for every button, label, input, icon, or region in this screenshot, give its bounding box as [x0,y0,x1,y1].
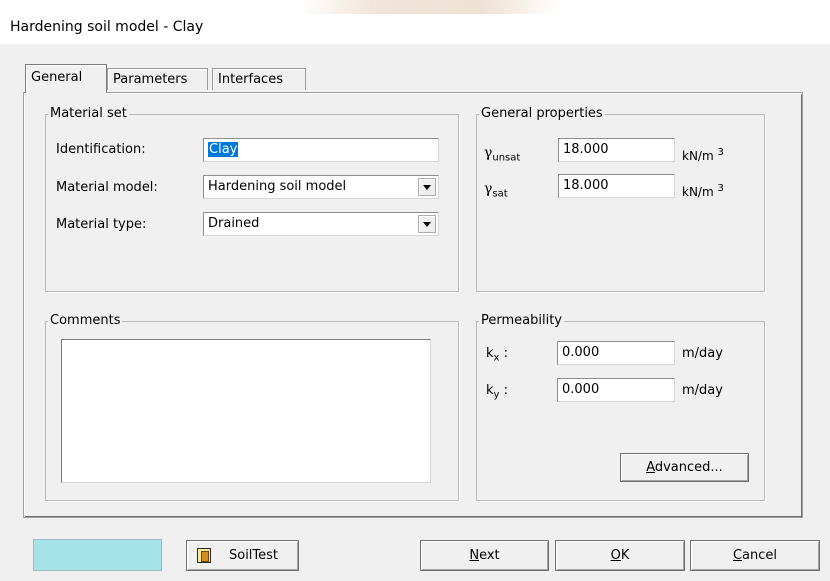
chevron-down-icon[interactable] [418,178,436,196]
tab-parameters[interactable]: Parameters [107,68,208,90]
cancel-label: ancel [742,548,778,563]
comments-legend: Comments [50,313,121,328]
ky-input[interactable]: 0.000 [557,378,675,402]
kx-unit: m/day [682,346,723,361]
kx-label: kx : [486,346,508,364]
gamma-sat-input[interactable]: 18.000 [558,174,675,198]
identification-label: Identification: [56,142,146,157]
tab-general[interactable]: General [25,64,107,94]
title-bar-shade [300,0,560,14]
k-symbol: k [486,346,494,361]
ky-unit: m/day [682,383,723,398]
kx-colon: : [499,346,508,361]
soiltest-icon [197,548,211,563]
gamma-sat-subscript: sat [492,188,508,200]
cancel-hotkey: C [732,548,743,563]
title-bar: Hardening soil model - Clay [0,0,830,44]
general-properties-group: General properties [476,107,765,292]
material-color-swatch[interactable] [33,539,162,571]
ok-hotkey: O [610,548,621,563]
identification-value: Clay [208,142,239,157]
next-label: ext [479,548,500,563]
k-symbol: k [486,383,494,398]
kx-input[interactable]: 0.000 [557,341,675,365]
soiltest-label: SoilTest [228,548,279,563]
material-model-value: Hardening soil model [208,179,347,194]
gamma-sat-label: γsat [484,181,508,200]
advanced-button-hotkey: A [646,460,655,475]
comments-textarea[interactable] [61,339,431,483]
unit-base: kN/m [682,185,714,199]
advanced-button-label: dvanced... [654,460,723,475]
window-title: Hardening soil model - Clay [10,19,204,35]
unit-base: kN/m [682,149,714,163]
identification-input[interactable]: Clay [203,138,439,162]
chevron-down-icon[interactable] [418,215,436,233]
material-set-legend: Material set [50,106,127,121]
tab-interfaces[interactable]: Interfaces [212,68,306,90]
ok-button[interactable]: OK [555,540,685,571]
ky-label: ky : [486,383,508,401]
unit-exponent: 3 [717,183,724,194]
ky-colon: : [499,383,508,398]
gamma-unsat-unit: kN/m 3 [682,147,724,163]
material-model-label: Material model: [56,180,158,195]
gamma-unsat-input[interactable]: 18.000 [558,138,675,162]
ok-label: K [620,548,630,563]
material-type-label: Material type: [56,217,147,232]
material-set-group: Material set [45,107,459,292]
gamma-sat-unit: kN/m 3 [682,183,724,199]
next-button[interactable]: Next [420,540,549,571]
material-type-select[interactable]: Drained [203,212,439,236]
next-hotkey: N [469,548,480,563]
permeability-legend: Permeability [481,313,562,328]
general-properties-legend: General properties [481,106,603,121]
soiltest-button[interactable]: SoilTest [186,540,299,571]
gamma-unsat-label: γunsat [484,145,520,164]
unit-exponent: 3 [717,147,724,158]
material-type-value: Drained [208,216,260,231]
gamma-unsat-subscript: unsat [492,152,521,164]
cancel-button[interactable]: Cancel [690,540,820,571]
advanced-button[interactable]: Advanced... [620,453,749,482]
material-model-select[interactable]: Hardening soil model [203,175,439,199]
